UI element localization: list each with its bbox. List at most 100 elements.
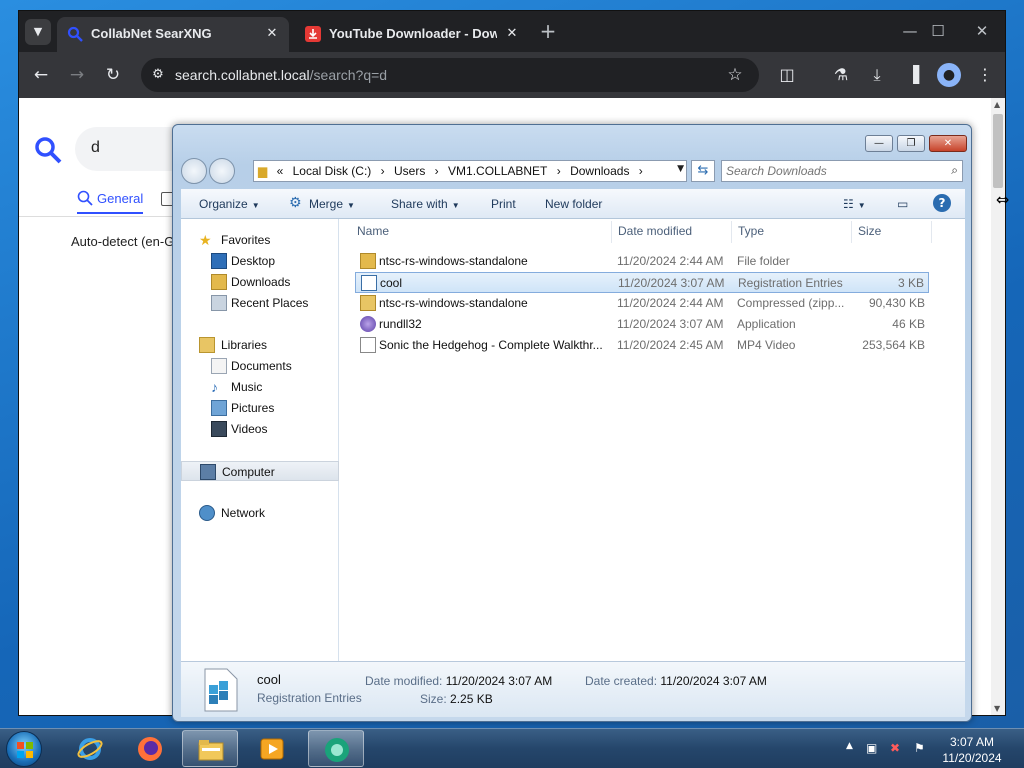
file-row[interactable]: Sonic the Hedgehog - Complete Walkthr...… <box>355 335 929 356</box>
scrollbar-thumb[interactable] <box>993 114 1003 188</box>
explorer-refresh-icon[interactable]: ⇆ <box>691 160 715 182</box>
explorer-back-icon[interactable] <box>181 158 207 184</box>
preview-pane-icon[interactable]: ▭ <box>897 197 908 211</box>
action-center-flag-icon[interactable]: ⚑ <box>914 741 925 755</box>
pictures-icon <box>211 400 227 416</box>
internet-explorer-icon <box>77 738 103 760</box>
labs-icon[interactable]: ⚗ <box>829 63 853 87</box>
close-tab-icon[interactable]: ✕ <box>263 24 281 42</box>
extensions-icon[interactable]: ◫ <box>775 63 799 87</box>
bookmark-star-icon[interactable]: ☆ <box>725 65 745 85</box>
tab-youtube-downloader[interactable]: YouTube Downloader - Download ✕ <box>295 17 529 52</box>
help-icon[interactable]: ? <box>933 194 951 212</box>
taskbar-internet-explorer[interactable] <box>62 730 118 767</box>
explorer-minimize-icon[interactable]: — <box>865 135 893 152</box>
start-button[interactable] <box>6 731 42 767</box>
column-header-size[interactable]: Size <box>858 224 881 238</box>
organize-button[interactable]: Organize ▼ <box>199 197 260 211</box>
taskbar-clock[interactable]: 3:07 AM 11/20/2024 <box>930 734 1014 766</box>
explorer-search-input[interactable] <box>726 163 940 179</box>
share-with-button[interactable]: Share with ▼ <box>391 197 460 211</box>
searxng-favicon-icon <box>67 26 83 42</box>
reload-icon[interactable]: ↻ <box>101 63 125 87</box>
videos-icon <box>211 421 227 437</box>
details-pane: cool Registration Entries Date modified:… <box>181 661 965 717</box>
column-divider[interactable] <box>931 221 932 243</box>
site-settings-icon[interactable]: ⚙ <box>149 66 167 84</box>
merge-button[interactable]: Merge ▼ <box>309 197 355 211</box>
taskbar-chrome[interactable] <box>308 730 364 767</box>
category-general-tab[interactable]: General <box>77 190 144 214</box>
desktop-icon <box>211 253 227 269</box>
taskbar-firefox[interactable] <box>122 730 178 767</box>
column-divider[interactable] <box>731 221 732 243</box>
side-panel-icon[interactable]: ▐ <box>901 63 925 87</box>
network-tray-icon[interactable]: ▣ <box>866 741 877 755</box>
new-folder-button[interactable]: New folder <box>545 197 602 211</box>
file-row-selected[interactable]: cool 11/20/2024 3:07 AM Registration Ent… <box>355 272 929 293</box>
nav-recent-places[interactable]: Recent Places <box>181 293 339 313</box>
application-icon <box>360 316 376 332</box>
address-bar[interactable]: ⚙ search.collabnet.local/search?q=d ☆ <box>141 58 759 92</box>
taskbar-media-player[interactable] <box>244 730 300 767</box>
details-size: Size: 2.25 KB <box>420 692 493 706</box>
url-text[interactable]: search.collabnet.local/search?q=d <box>175 67 387 83</box>
nav-computer[interactable]: Computer <box>181 461 339 481</box>
scroll-down-icon[interactable]: ▼ <box>994 704 1000 713</box>
explorer-frame: — ❐ ✕ ▆ « Local Disk (C:) › Users › VM1.… <box>173 125 971 721</box>
download-icon[interactable]: ⤓ <box>865 63 889 87</box>
registry-file-icon <box>361 275 377 291</box>
column-header-type[interactable]: Type <box>738 224 764 238</box>
nav-favorites[interactable]: ★ Favorites <box>181 230 339 250</box>
search-icon[interactable]: ⌕ <box>951 163 958 178</box>
language-autodetect[interactable]: Auto-detect (en-G <box>71 234 174 249</box>
profile-icon[interactable]: ● <box>937 63 961 87</box>
explorer-search-box[interactable]: ⌕ <box>721 160 963 182</box>
file-row[interactable]: rundll32 11/20/2024 3:07 AM Application … <box>355 314 929 335</box>
music-icon: ♪ <box>211 379 218 395</box>
view-options-icon[interactable]: ☷ ▼ <box>843 197 866 211</box>
close-tab-icon[interactable]: ✕ <box>503 24 521 42</box>
nav-documents[interactable]: Documents <box>181 356 339 376</box>
download-favicon-icon <box>305 26 321 42</box>
forward-icon[interactable]: → <box>65 63 89 87</box>
category-divider <box>19 216 179 217</box>
searxng-logo-icon[interactable] <box>33 135 63 165</box>
breadcrumb: ▆ « Local Disk (C:) › Users › VM1.COLLAB… <box>258 164 643 178</box>
firefox-icon <box>138 737 162 761</box>
tab-collabnet-searxng[interactable]: CollabNet SearXNG ✕ <box>57 17 289 52</box>
volume-muted-icon[interactable]: ✖ <box>890 741 900 755</box>
address-dropdown-icon[interactable]: ▼ <box>677 164 684 174</box>
file-list-pane: Name Date modified Type Size ntsc-rs-win… <box>339 219 965 661</box>
explorer-address-bar[interactable]: ▆ « Local Disk (C:) › Users › VM1.COLLAB… <box>253 160 687 182</box>
tab-search-icon[interactable]: ▼ <box>25 19 51 45</box>
nav-network[interactable]: Network <box>181 503 339 523</box>
back-icon[interactable]: ← <box>29 63 53 87</box>
column-divider[interactable] <box>851 221 852 243</box>
file-row[interactable]: ntsc-rs-windows-standalone 11/20/2024 2:… <box>355 293 929 314</box>
nav-libraries[interactable]: Libraries <box>181 335 339 355</box>
file-row[interactable]: ntsc-rs-windows-standalone 11/20/2024 2:… <box>355 251 929 272</box>
show-hidden-icons-icon[interactable]: ▲ <box>846 741 853 751</box>
star-icon: ★ <box>199 232 212 248</box>
nav-downloads[interactable]: Downloads <box>181 272 339 292</box>
column-divider[interactable] <box>611 221 612 243</box>
close-window-icon[interactable]: ✕ <box>967 21 997 41</box>
taskbar-file-explorer[interactable] <box>182 730 238 767</box>
nav-music[interactable]: ♪ Music <box>181 377 339 397</box>
maximize-icon[interactable]: ☐ <box>923 21 953 41</box>
print-button[interactable]: Print <box>491 197 516 211</box>
column-header-name[interactable]: Name <box>357 224 389 238</box>
explorer-close-icon[interactable]: ✕ <box>929 135 967 152</box>
column-header-date-modified[interactable]: Date modified <box>618 224 692 238</box>
explorer-restore-icon[interactable]: ❐ <box>897 135 925 152</box>
nav-desktop[interactable]: Desktop <box>181 251 339 271</box>
explorer-forward-icon[interactable] <box>209 158 235 184</box>
nav-videos[interactable]: Videos <box>181 419 339 439</box>
scroll-up-icon[interactable]: ▲ <box>994 100 1000 109</box>
minimize-icon[interactable]: — <box>895 21 925 41</box>
tab-title: CollabNet SearXNG <box>91 26 212 41</box>
menu-icon[interactable]: ⋮ <box>973 63 997 87</box>
nav-pictures[interactable]: Pictures <box>181 398 339 418</box>
new-tab-icon[interactable]: + <box>537 21 559 43</box>
